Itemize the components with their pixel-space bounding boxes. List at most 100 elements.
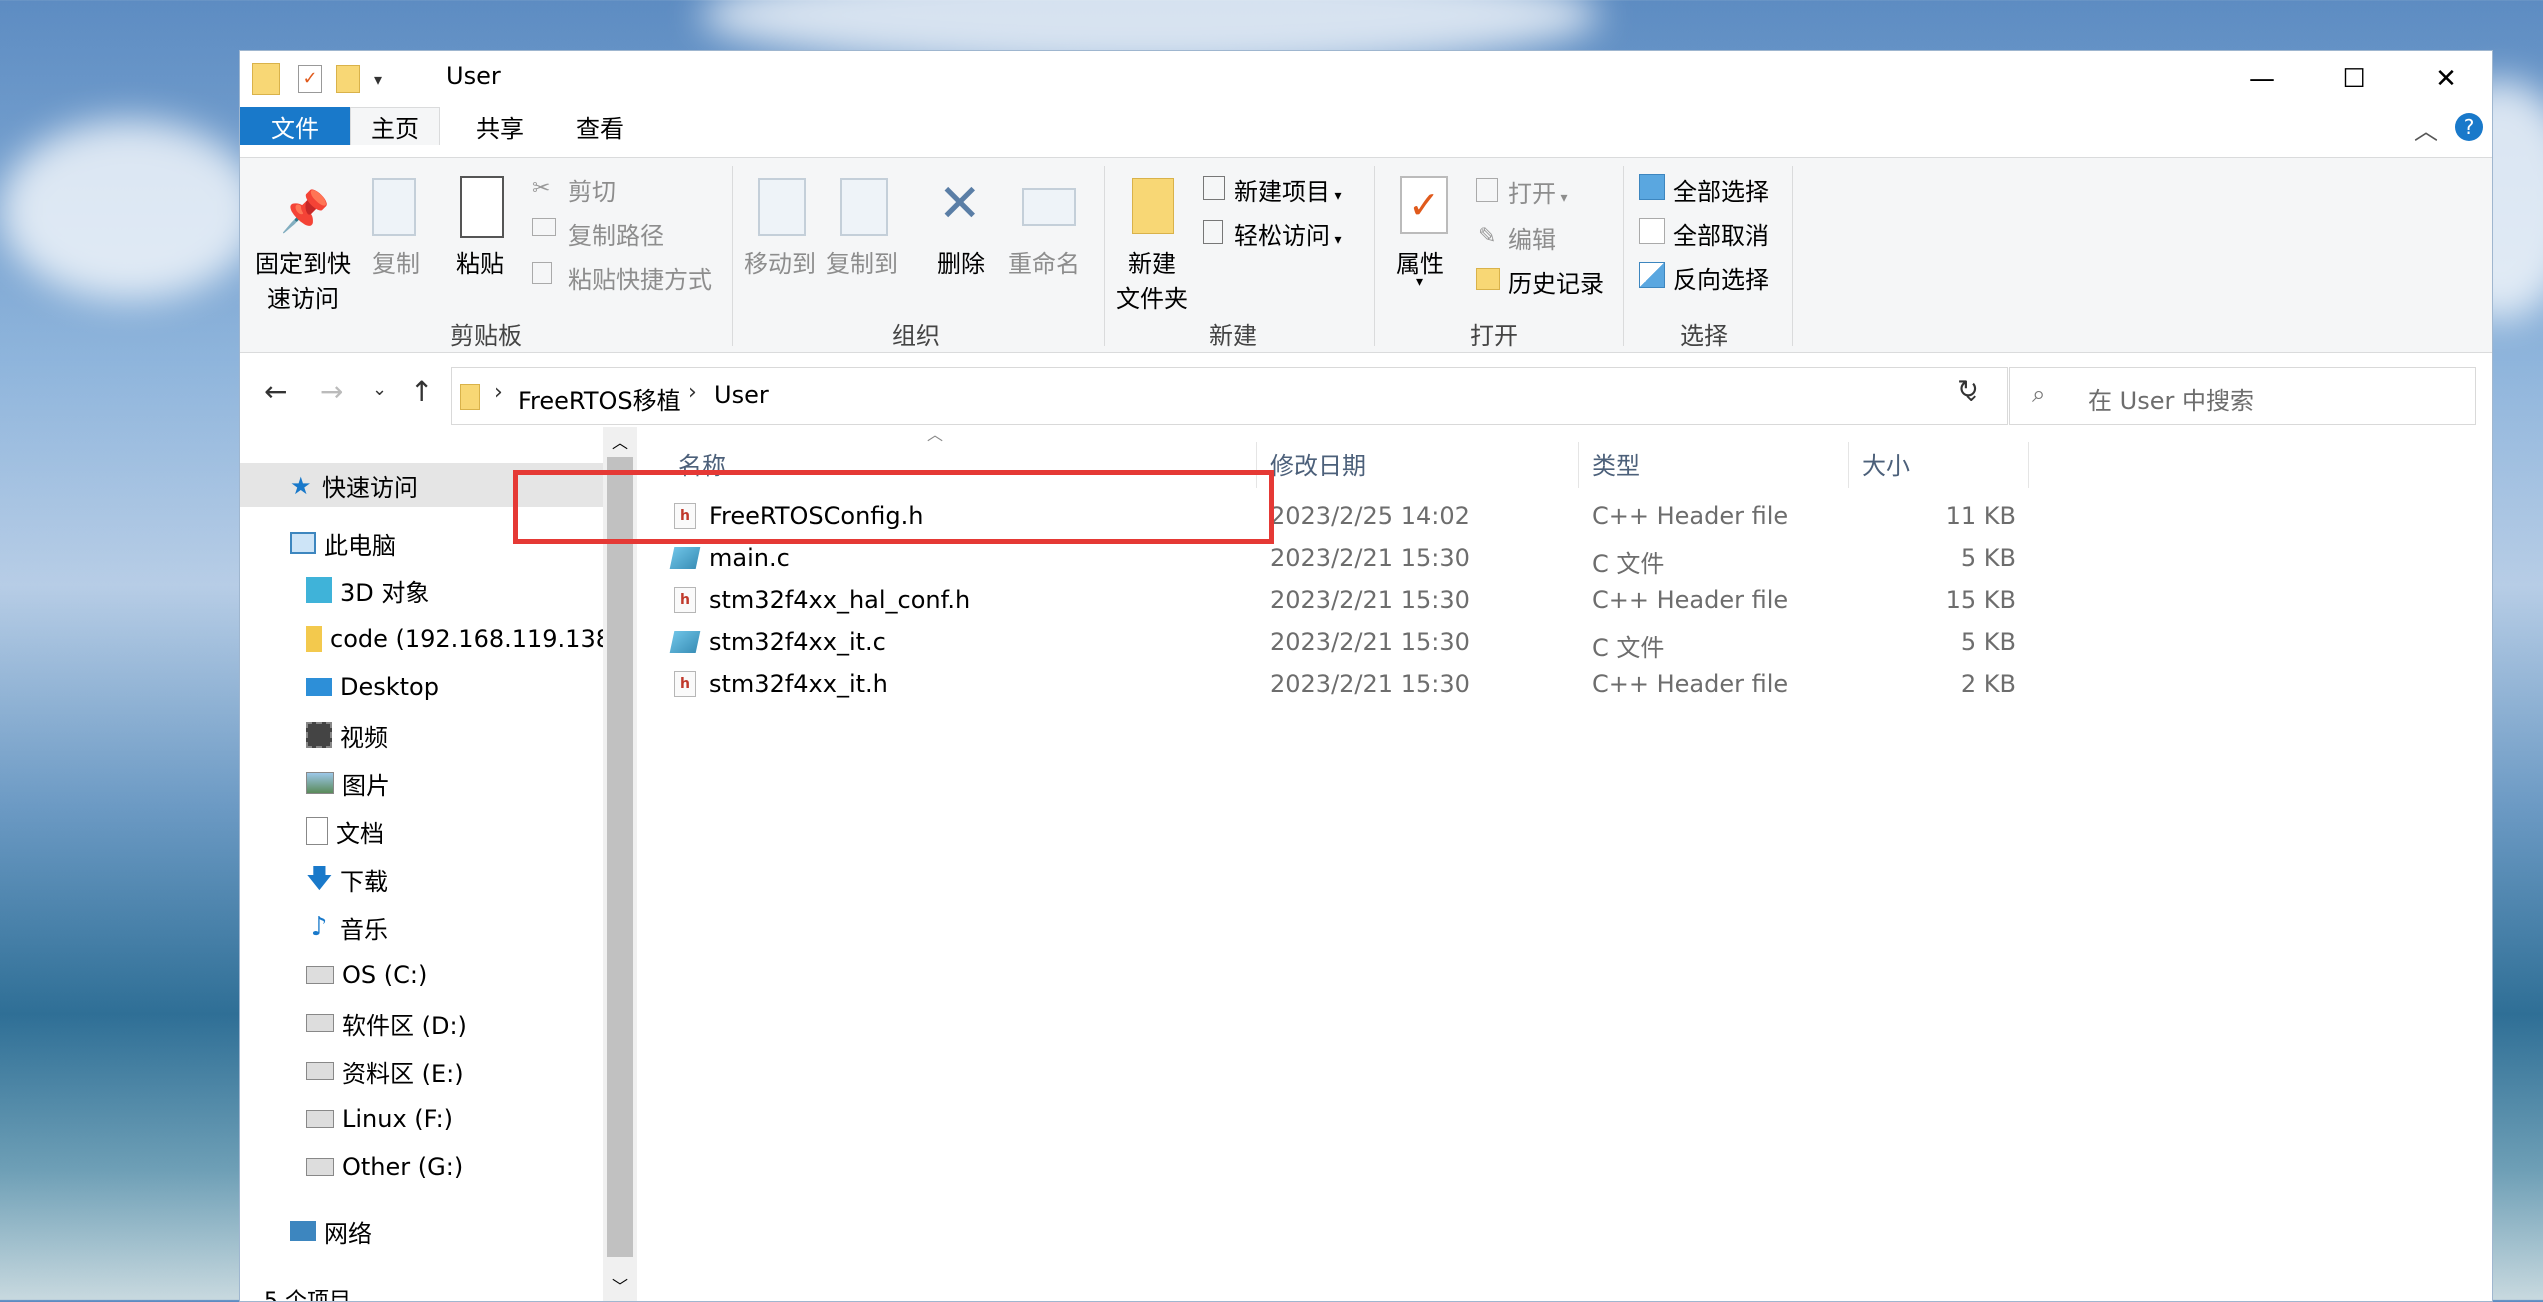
file-date: 2023/2/21 15:30 [1270,670,1470,698]
nav-network[interactable]: 网络 [290,1209,372,1253]
recent-locations-chevron-icon[interactable]: ⌄ [372,379,387,400]
nav-item-label: Other (G:) [342,1153,464,1181]
nav-item-label: Desktop [340,673,439,701]
nav-item-label: OS (C:) [342,961,428,989]
forward-arrow-icon[interactable]: → [320,375,343,408]
nav-item-label: 资料区 (E:) [342,1059,464,1088]
nav-desktop[interactable]: Desktop [306,665,439,709]
nav-drive-f[interactable]: Linux (F:) [306,1097,453,1141]
nav-item-label: 音乐 [340,915,388,944]
network-drive-icon [306,626,322,652]
file-size: 5 KB [1960,544,2016,572]
3d-objects-icon [306,577,332,603]
tab-share[interactable]: 共享 [460,107,540,145]
back-arrow-icon[interactable]: ← [264,375,287,408]
copy-path-icon [532,218,556,236]
file-size: 15 KB [1945,586,2016,614]
cut-button[interactable]: 剪切 [568,172,616,207]
file-size: 11 KB [1945,502,2016,530]
paste-button[interactable]: 粘贴 [456,244,504,279]
nav-scrollbar[interactable]: ︿ ﹀ [603,427,637,1301]
nav-item-label: 下载 [340,867,388,896]
nav-drive-c[interactable]: OS (C:) [306,953,427,997]
quick-access-toolbar: ✓ ▾ [252,63,382,95]
file-size: 5 KB [1960,628,2016,656]
documents-icon [306,817,328,845]
folder-icon [252,63,280,95]
file-type: C 文件 [1592,550,1665,578]
header-file-icon: h [674,587,696,613]
properties-icon[interactable]: ✓ [298,65,322,93]
file-type: C 文件 [1592,634,1665,662]
tab-file[interactable]: 文件 [240,107,350,145]
pin-quick-access-button[interactable]: 固定到快 速访问 [255,244,351,314]
c-file-icon [669,547,701,569]
watermark: CSDN @嵌入式DZC [2305,1272,2473,1293]
nav-code-share[interactable]: code (192.168.119.138 [306,617,611,661]
header-file-icon: h [674,671,696,697]
scroll-down-chevron-icon[interactable]: ﹀ [612,1273,628,1297]
star-icon: ★ [290,472,312,500]
file-date: 2023/2/21 15:30 [1270,628,1470,656]
new-folder-icon[interactable] [336,65,360,93]
file-date: 2023/2/21 15:30 [1270,586,1470,614]
folder-icon [460,384,480,410]
table-row[interactable]: h stm32f4xx_hal_conf.h 2023/2/21 15:30 C++ … [636,579,2491,621]
scissors-icon: ✂ [532,176,551,201]
status-bar-item-count: 5 个项目 [264,1289,351,1302]
pictures-icon [306,772,334,794]
nav-item-label: 3D 对象 [340,578,430,607]
nav-music[interactable]: ♪ 音乐 [306,905,388,949]
c-file-icon [669,631,701,653]
nav-network-label: 网络 [324,1219,372,1248]
table-row[interactable]: stm32f4xx_it.c 2023/2/21 15:30 C 文件 5 KB [636,621,2491,663]
network-icon [290,1221,316,1241]
drive-icon [306,1062,334,1080]
pin-label-line1: 固定到快 [255,250,351,278]
nav-item-label: 视频 [340,723,388,752]
breadcrumb-separator-icon: › [494,380,503,405]
file-size: 2 KB [1960,670,2016,698]
file-type: C++ Header file [1592,670,1789,698]
paste-shortcut-icon [532,262,552,284]
file-name: stm32f4xx_it.h [709,670,888,698]
file-name: stm32f4xx_it.c [709,628,886,656]
paste-icon [460,176,504,238]
copy-button[interactable]: 复制 [372,244,420,279]
file-type: C++ Header file [1592,586,1789,614]
nav-item-label: 文档 [336,819,384,848]
nav-item-label: Linux (F:) [342,1105,454,1133]
file-date: 2023/2/25 14:02 [1270,502,1470,530]
nav-3d-objects[interactable]: 3D 对象 [306,568,429,612]
nav-quick-access-label: 快速访问 [322,473,418,502]
file-type: C++ Header file [1592,502,1789,530]
file-rows: h FreeRTOSConfig.h 2023/2/25 14:02 C++ Head… [636,0,2491,1300]
nav-drive-d[interactable]: 软件区 (D:) [306,1001,467,1045]
customize-toolbar-chevron-icon[interactable]: ▾ [374,70,382,89]
copy-icon [372,178,416,236]
nav-drive-e[interactable]: 资料区 (E:) [306,1049,464,1093]
tab-home[interactable]: 主页 [350,107,440,145]
nav-drive-g[interactable]: Other (G:) [306,1145,463,1189]
nav-this-pc[interactable]: 此电脑 [290,521,396,565]
computer-icon [290,532,316,554]
file-name: stm32f4xx_hal_conf.h [709,586,971,614]
table-row[interactable]: h stm32f4xx_it.h 2023/2/21 15:30 C++ Header… [636,663,2491,705]
scrollbar-thumb[interactable] [607,457,633,1257]
desktop-icon [306,678,332,696]
up-arrow-icon[interactable]: ↑ [410,375,433,408]
nav-pictures[interactable]: 图片 [306,761,390,805]
download-arrow-icon: 🡇 [306,864,333,894]
nav-documents[interactable]: 文档 [306,809,384,853]
nav-item-label: 图片 [342,771,390,800]
background-cloud [0,120,260,300]
file-date: 2023/2/21 15:30 [1270,544,1470,572]
drive-icon [306,966,334,984]
highlight-box [513,470,1274,544]
drive-icon [306,1014,334,1032]
nav-downloads[interactable]: 🡇 下载 [306,857,388,901]
scroll-up-chevron-icon[interactable]: ︿ [612,429,628,453]
nav-videos[interactable]: 视频 [306,713,388,757]
nav-this-pc-label: 此电脑 [324,531,396,560]
window-title: User [446,62,501,90]
